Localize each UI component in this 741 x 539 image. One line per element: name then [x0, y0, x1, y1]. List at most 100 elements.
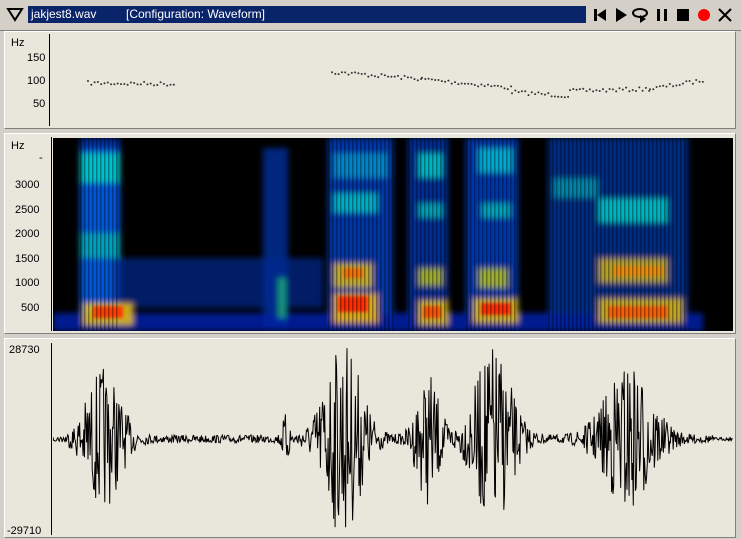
spectrogram-striation	[668, 138, 670, 331]
spectrogram-striation	[552, 138, 554, 331]
pitch-dot	[592, 90, 595, 93]
pitch-tick-50: 50	[33, 98, 46, 110]
pitch-dot	[510, 85, 513, 88]
loop-play-icon[interactable]	[631, 5, 651, 25]
spectrogram-striation	[80, 138, 82, 331]
pitch-dot	[578, 88, 581, 91]
pitch-dot	[483, 85, 486, 88]
spectrogram-striation	[640, 138, 642, 331]
pitch-dot	[110, 83, 113, 86]
spectrogram-striation	[428, 138, 430, 331]
pitch-dot	[360, 73, 363, 75]
pitch-dot	[116, 82, 119, 85]
pitch-tick-100: 100	[27, 75, 46, 87]
spectrogram-striation	[612, 138, 614, 331]
spectrogram-striation	[466, 138, 468, 331]
spectrogram-striation	[478, 138, 480, 331]
pitch-dot	[567, 95, 570, 98]
pitch-dot	[655, 86, 658, 88]
skip-start-icon[interactable]	[590, 5, 610, 25]
pitch-dot	[608, 88, 611, 90]
pitch-dot	[96, 81, 99, 83]
pitch-dot	[120, 83, 122, 86]
pitch-dot	[480, 83, 483, 86]
spectrogram-panel[interactable]: Hz - 3000 2500 2000 1500 1000 500	[4, 133, 736, 334]
spectrogram-unit-label: Hz	[11, 140, 25, 152]
spectrogram-striation	[684, 138, 686, 331]
pitch-dot	[146, 83, 149, 86]
spectrogram-striation	[84, 138, 86, 331]
pitch-dot	[534, 93, 537, 96]
window-menu-triangle-icon[interactable]	[6, 5, 24, 23]
pitch-dot	[611, 88, 614, 91]
pitch-dot	[569, 89, 571, 92]
spectrogram-energy	[278, 278, 286, 318]
pitch-dot	[460, 82, 463, 85]
spectrogram-striation	[104, 138, 106, 331]
pitch-dot	[582, 87, 585, 90]
spectrogram-striation	[648, 138, 650, 331]
pitch-dot	[139, 83, 142, 86]
spectrogram-striation	[408, 138, 410, 331]
pitch-dot	[638, 86, 641, 89]
close-icon[interactable]	[715, 5, 735, 25]
pause-icon[interactable]	[652, 5, 672, 25]
pitch-dot	[126, 83, 129, 86]
spectrogram-striation	[92, 138, 94, 331]
pitch-dot	[123, 83, 126, 85]
spectrogram-striation	[340, 138, 342, 331]
spectrogram-tick-500: 500	[21, 302, 40, 314]
pitch-dot	[477, 85, 480, 88]
record-icon[interactable]	[694, 5, 714, 25]
pitch-dot	[524, 90, 527, 93]
pitch-dot	[373, 75, 376, 78]
pitch-dot	[496, 84, 499, 87]
pitch-dot	[602, 88, 604, 91]
pitch-dot	[665, 85, 668, 88]
pitch-dot	[334, 72, 337, 75]
spectrogram-striation	[510, 138, 512, 331]
pitch-dot	[364, 72, 366, 75]
pitch-dot	[424, 78, 427, 80]
pitch-dot	[487, 83, 489, 86]
spectrogram-striation	[436, 138, 438, 331]
stop-icon[interactable]	[673, 5, 693, 25]
pitch-dot	[143, 80, 146, 83]
pitch-dot	[454, 81, 456, 84]
spectrogram-striation	[474, 138, 476, 331]
spectrogram-striation	[332, 138, 334, 331]
pitch-dot	[169, 83, 172, 86]
pitch-dot	[350, 71, 353, 74]
spectrogram-striation	[412, 138, 414, 331]
pitch-dot	[149, 82, 152, 85]
waveform-max-label: 28730	[9, 344, 40, 356]
spectrogram-striation	[364, 138, 366, 331]
pitch-dot	[430, 78, 433, 81]
spectrogram-striation	[372, 138, 374, 331]
pitch-dot	[354, 71, 357, 74]
play-icon[interactable]	[611, 5, 631, 25]
pitch-dot	[618, 87, 621, 90]
pitch-dot	[87, 80, 89, 82]
waveform-panel[interactable]: 28730 -29710	[4, 338, 736, 538]
spectrogram-striation	[328, 138, 330, 331]
pitch-dot	[421, 76, 423, 79]
spectrogram-energy	[418, 203, 443, 218]
pitch-dot	[490, 85, 493, 88]
spectrogram-striation	[498, 138, 500, 331]
spectrogram-striation	[444, 138, 446, 331]
spectrogram-energy	[418, 153, 443, 178]
pitch-panel[interactable]: Hz 150 100 50	[4, 31, 736, 129]
spectrogram-striation	[384, 138, 386, 331]
pitch-dot	[406, 76, 409, 79]
spectrogram-striation	[440, 138, 442, 331]
waveform-min-label: -29710	[7, 525, 42, 537]
spectrogram-energy	[113, 258, 323, 308]
pitch-dot	[685, 80, 688, 83]
pitch-dot	[172, 83, 175, 86]
spectrogram-striation	[376, 138, 378, 331]
pitch-dot	[557, 95, 560, 98]
spectrogram-striation	[564, 138, 566, 331]
pitch-dot	[658, 85, 661, 88]
spectrogram-striation	[112, 138, 114, 331]
